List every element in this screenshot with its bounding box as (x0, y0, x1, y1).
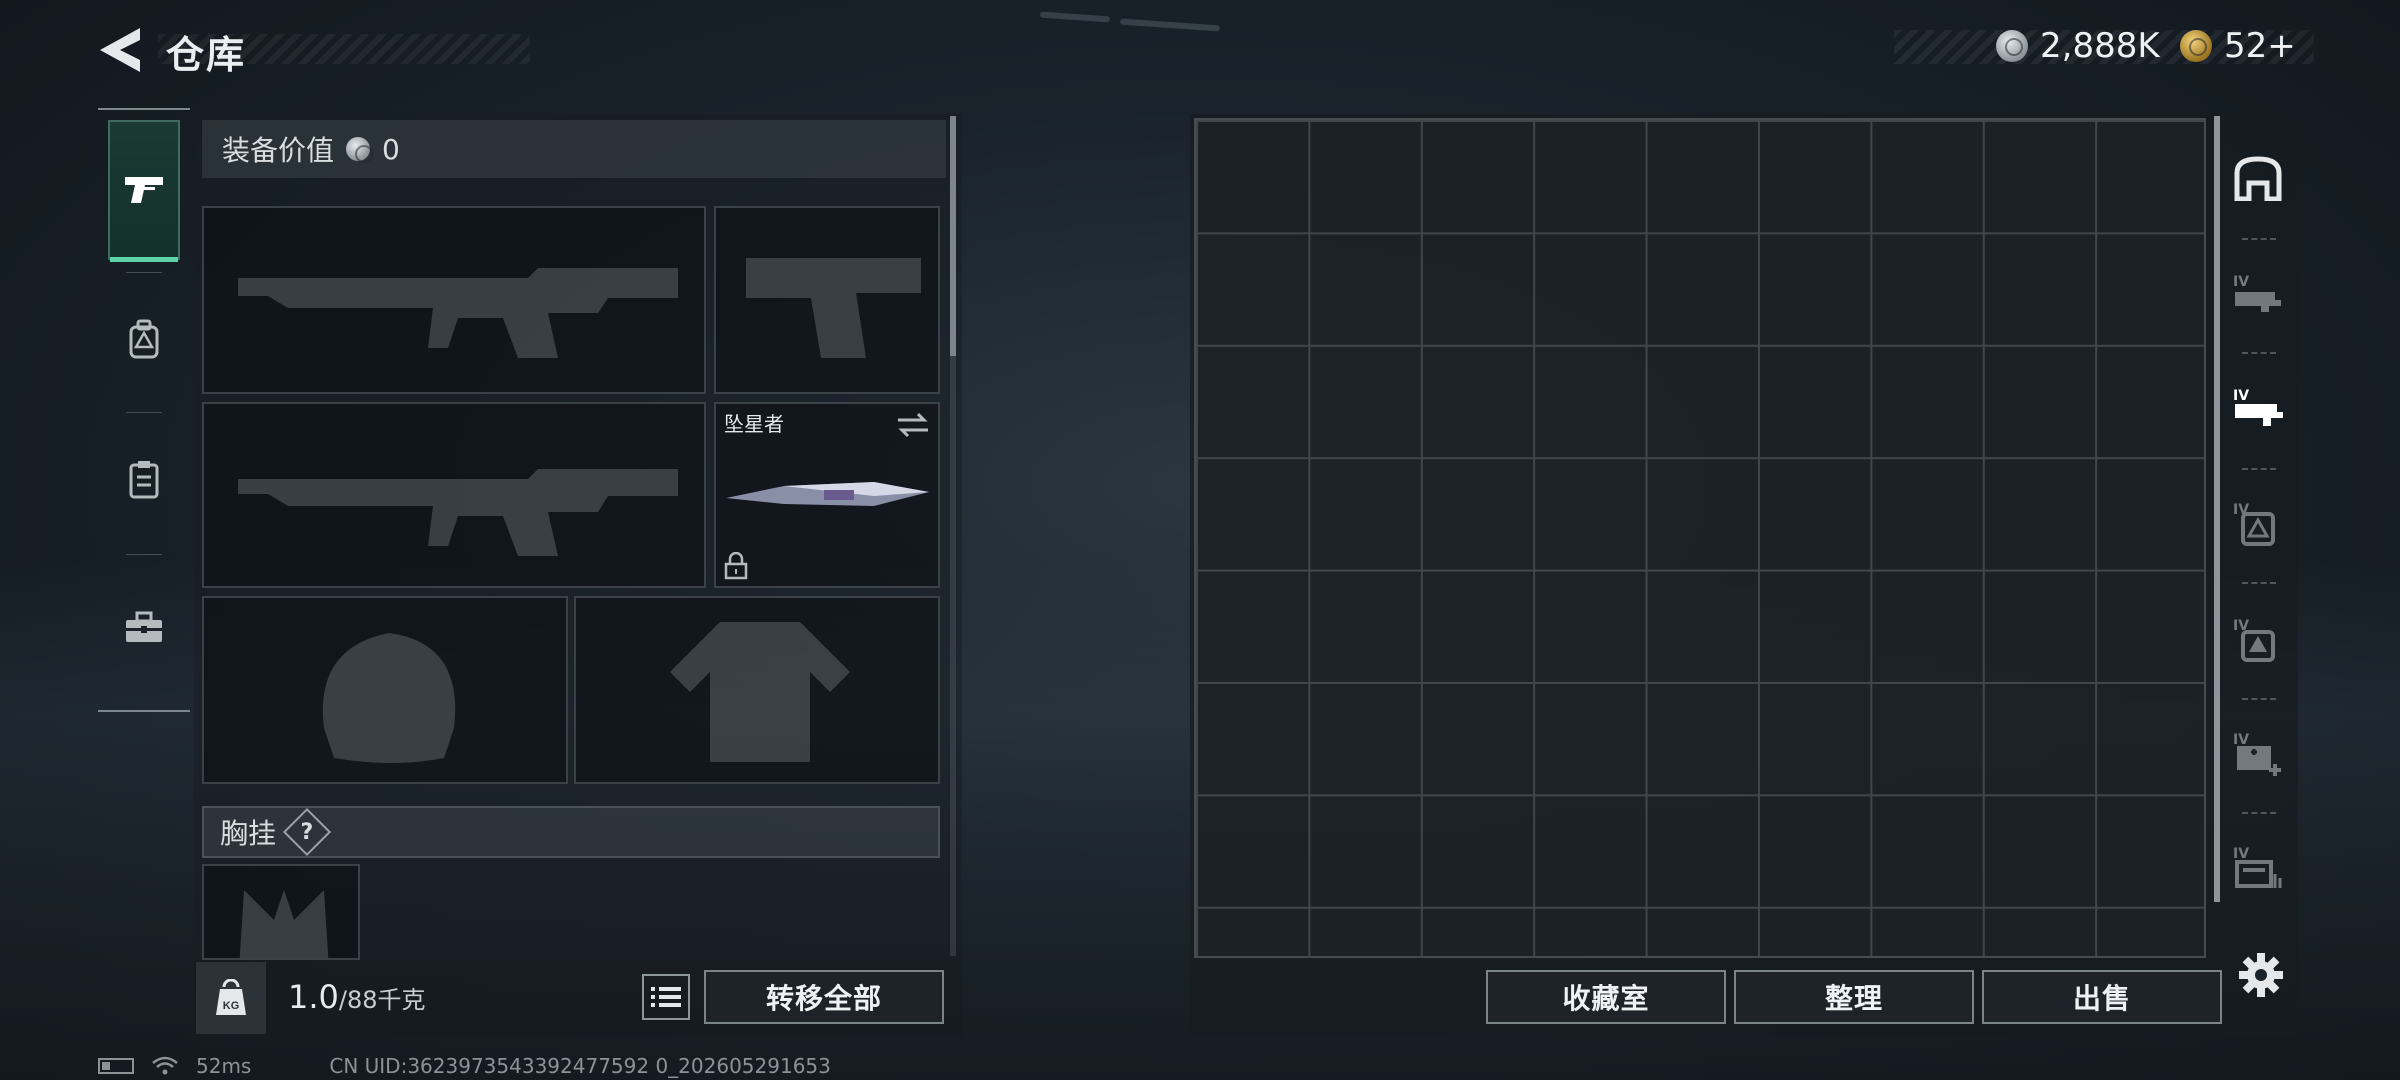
rifle-silhouette-icon (238, 268, 678, 358)
chest-rig-silhouette-icon (239, 890, 329, 958)
chest-rig-label: 胸挂 (220, 817, 277, 850)
gear-icon (2239, 953, 2283, 997)
clipboard-icon (129, 461, 159, 499)
tab-toolbox[interactable] (108, 558, 180, 698)
storage-scrollbar[interactable] (2214, 116, 2220, 902)
medkit-storage-icon: IV (2233, 732, 2281, 776)
silver-currency: 2,888K (1996, 26, 2160, 66)
storage-grid[interactable] (1194, 118, 2206, 958)
gear-storage-icon: IV (2233, 618, 2275, 662)
secondary-weapon-slot[interactable] (714, 206, 940, 394)
swap-icon[interactable] (896, 412, 930, 438)
tab-storage-gear[interactable]: IV (2222, 592, 2294, 688)
equipment-value-row: 装备价值 0 (202, 120, 946, 178)
melee-weapon-slot[interactable]: 坠星者 (714, 402, 940, 588)
storage-category-tabs: IV IV IV IV IV IV (2222, 120, 2294, 960)
rifle-silhouette-icon (238, 469, 678, 556)
back-arrow-icon (100, 28, 140, 72)
list-icon (651, 987, 681, 1007)
tab-divider (2242, 698, 2276, 700)
tab-divider (2242, 468, 2276, 470)
gold-currency[interactable]: 52+ (2180, 26, 2296, 66)
background-light (1119, 18, 1221, 32)
helmet-silhouette-icon (322, 633, 456, 763)
tab-divider (2242, 352, 2276, 354)
equipment-scrollbar[interactable] (950, 116, 956, 356)
system-status-bar: 52ms CN UID:3623973543392477592 0_202605… (98, 1054, 831, 1078)
chest-rig-slot[interactable] (202, 864, 360, 960)
tab-backpack[interactable] (108, 270, 180, 410)
sort-button[interactable]: 整理 (1734, 970, 1974, 1024)
pistol-icon (125, 177, 163, 203)
tab-storage-backpack[interactable]: IV (2222, 476, 2294, 572)
knife-icon (726, 482, 929, 506)
weight-readout: 1.0/88千克 (288, 978, 426, 1016)
settings-button[interactable] (2238, 952, 2284, 998)
weight-icon-text: KG (223, 1000, 240, 1012)
tab-divider (2242, 812, 2276, 814)
gold-amount: 52+ (2224, 26, 2296, 66)
tab-weapons[interactable] (108, 120, 180, 262)
page-title: 仓库 (166, 33, 247, 77)
silver-coin-icon (346, 137, 374, 163)
tab-storage-weapons-2[interactable]: IV (2222, 360, 2294, 456)
help-icon[interactable]: ? (282, 807, 332, 857)
weight-icon: KG (216, 979, 246, 1015)
chest-rig-section-header: 胸挂 ? (202, 806, 940, 858)
tab-divider (2242, 582, 2276, 584)
weight-capacity: /88千克 (338, 986, 426, 1014)
collection-room-button[interactable]: 收藏室 (1486, 970, 1726, 1024)
storage-house-icon (2234, 156, 2282, 201)
vest-silhouette-icon (670, 622, 850, 762)
tab-all-storage[interactable] (2222, 130, 2294, 226)
svg-text:IV: IV (2233, 732, 2249, 748)
tab-storage-medical[interactable]: IV (2222, 706, 2294, 802)
gold-coin-icon (2180, 30, 2212, 62)
list-view-button[interactable] (642, 974, 690, 1020)
equipment-value: 0 (382, 132, 400, 166)
primary-weapon-slot[interactable] (202, 206, 706, 394)
weight-icon-box: KG (196, 962, 266, 1034)
svg-text:IV: IV (2233, 274, 2249, 290)
svg-text:IV: IV (2233, 846, 2249, 862)
weapon-storage-icon: IV (2233, 274, 2281, 312)
tab-divider (126, 554, 162, 555)
backpack-storage-icon: IV (2233, 502, 2275, 546)
silver-coin-icon (1996, 30, 2028, 62)
back-button[interactable] (96, 24, 144, 76)
wifi-icon (152, 1056, 178, 1075)
sell-button[interactable]: 出售 (1982, 970, 2222, 1024)
tab-storage-misc[interactable]: IV (2222, 820, 2294, 916)
pistol-silhouette-icon (746, 258, 921, 358)
helmet-slot[interactable] (202, 596, 568, 784)
melee-weapon-name: 坠星者 (724, 412, 784, 436)
equipment-value-label: 装备价值 (222, 134, 335, 167)
body-armor-slot[interactable] (574, 596, 940, 784)
tab-divider (2242, 238, 2276, 240)
transfer-all-button[interactable]: 转移全部 (704, 970, 944, 1024)
user-uid: CN UID:3623973543392477592 0_20260529165… (329, 1054, 831, 1078)
left-category-tabs (98, 108, 190, 712)
tab-storage-weapons-1[interactable]: IV (2222, 246, 2294, 342)
lock-icon (724, 552, 748, 580)
misc-storage-icon: IV (2233, 846, 2282, 888)
tertiary-weapon-slot[interactable] (202, 402, 706, 588)
toolbox-icon (126, 611, 162, 642)
tab-chest-rig[interactable] (108, 410, 180, 550)
ping-readout: 52ms (196, 1054, 252, 1078)
weapon-storage-icon: IV (2233, 388, 2283, 426)
svg-text:IV: IV (2233, 388, 2249, 404)
backpack-icon (129, 319, 159, 359)
background-light (1039, 11, 1111, 23)
current-weight: 1.0 (288, 978, 339, 1016)
silver-amount: 2,888K (2040, 26, 2160, 66)
battery-icon (98, 1058, 134, 1074)
